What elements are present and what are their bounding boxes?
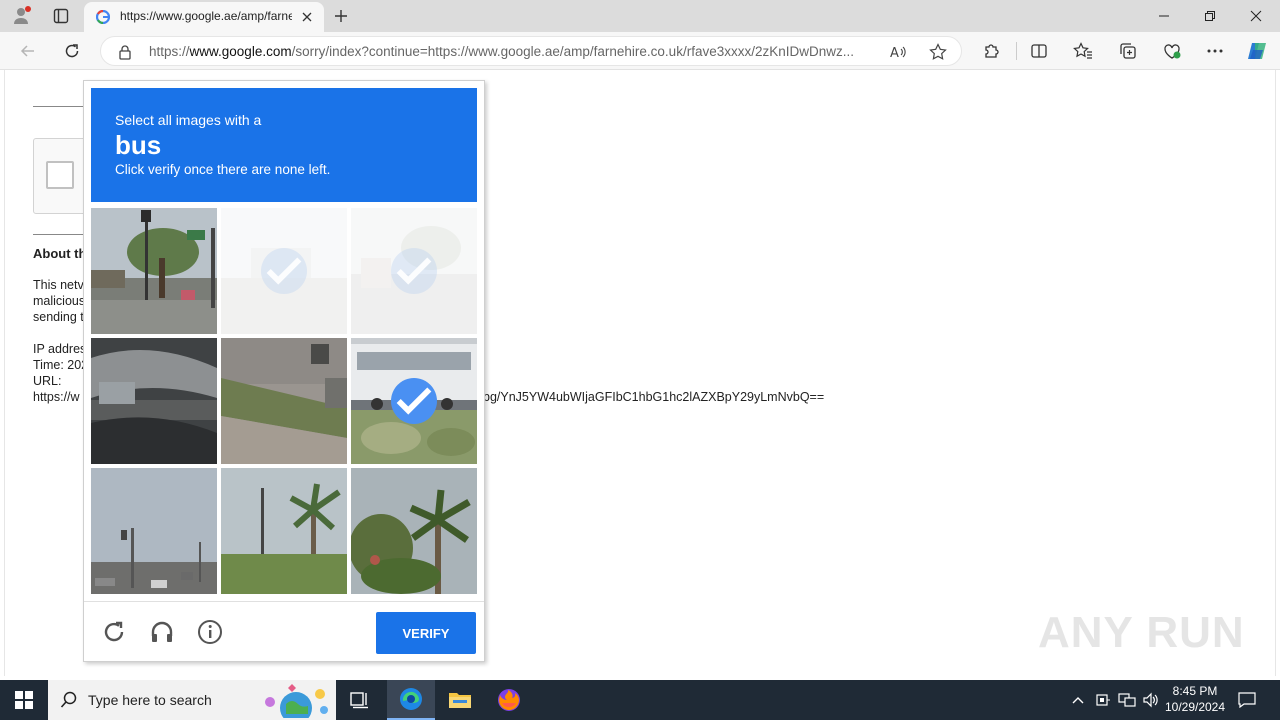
checkmark-icon: [391, 378, 437, 424]
browser-essentials-icon[interactable]: [1159, 38, 1185, 64]
lock-icon[interactable]: [117, 44, 133, 60]
info-icon[interactable]: [196, 618, 224, 646]
read-aloud-icon[interactable]: A: [887, 42, 909, 62]
taskbar-clock[interactable]: 8:45 PM 10/29/2024: [1160, 683, 1230, 715]
about-text-line: This netv: [33, 278, 84, 292]
tab-bar: https://www.google.ae/amp/farnehire.co.u…: [0, 0, 1280, 32]
checkmark-icon: [261, 248, 307, 294]
image-tile[interactable]: [221, 338, 347, 464]
back-arrow-icon[interactable]: [14, 38, 42, 64]
address-bar[interactable]: https://www.google.com/sorry/index?conti…: [100, 36, 962, 66]
profile-icon[interactable]: [8, 4, 36, 28]
tab-close-icon[interactable]: [298, 8, 316, 26]
clock-time: 8:45 PM: [1172, 684, 1218, 698]
captcha-challenge: Select all images with a bus Click verif…: [83, 80, 485, 662]
image-tile-selected[interactable]: [351, 338, 477, 464]
show-hidden-icons-icon[interactable]: [1068, 690, 1088, 710]
anyrun-watermark: ANY RUN: [1038, 608, 1245, 657]
ip-address-label: IP addres: [33, 342, 87, 356]
volume-icon[interactable]: [1141, 690, 1161, 710]
headphones-icon[interactable]: [148, 618, 176, 646]
taskbar-search-box[interactable]: Type here to search: [48, 680, 336, 723]
about-text-line: malicious: [33, 294, 86, 308]
tab-title: https://www.google.ae/amp/farnehire.co.u…: [120, 9, 292, 23]
about-heading: About th: [33, 246, 87, 261]
image-tile-selected[interactable]: [351, 208, 477, 334]
navigation-bar: https://www.google.com/sorry/index?conti…: [0, 32, 1280, 70]
svg-text:A: A: [890, 46, 899, 60]
window-close-icon[interactable]: [1242, 4, 1270, 28]
prompt-target-object: bus: [115, 130, 162, 160]
extensions-icon[interactable]: [978, 38, 1004, 64]
image-tile-grid: [91, 208, 477, 594]
taskbar: Type here to search 8:45 PM 10/29/2024: [0, 680, 1280, 723]
url-prefix: https://: [149, 44, 190, 59]
clock-date: 10/29/2024: [1164, 700, 1226, 714]
url-value: https://w: [33, 390, 80, 404]
image-tile[interactable]: [91, 338, 217, 464]
captcha-prompt: Select all images with a bus Click verif…: [91, 88, 477, 202]
more-options-icon[interactable]: [1202, 38, 1228, 64]
captcha-footer: VERIFY: [84, 601, 484, 662]
notifications-icon[interactable]: [1236, 690, 1258, 710]
network-icon[interactable]: [1117, 690, 1137, 710]
firefox-icon[interactable]: [485, 680, 533, 720]
url-value-tail: bg/YnJ5YW4ubWIjaGFIbC1hbG1hc2lAZXBpY29yL…: [483, 390, 825, 404]
edge-browser-icon[interactable]: [387, 680, 435, 720]
favorites-icon[interactable]: [1070, 38, 1096, 64]
task-view-icon[interactable]: [336, 680, 384, 720]
image-tile[interactable]: [91, 208, 217, 334]
checkmark-icon: [391, 248, 437, 294]
search-icon: [60, 691, 78, 709]
verify-button[interactable]: VERIFY: [376, 612, 476, 654]
prompt-instruction: Select all images with a: [115, 112, 262, 128]
collections-icon[interactable]: [1115, 38, 1141, 64]
image-tile[interactable]: [221, 468, 347, 594]
google-favicon-icon: [95, 9, 111, 25]
reload-challenge-icon[interactable]: [100, 618, 128, 646]
restore-icon[interactable]: [1196, 4, 1224, 28]
search-placeholder: Type here to search: [88, 692, 212, 708]
about-text-line: sending t: [33, 310, 84, 324]
recaptcha-checkbox[interactable]: [46, 161, 74, 189]
image-tile-selected[interactable]: [221, 208, 347, 334]
tab-actions-icon[interactable]: [48, 4, 74, 28]
time-label: Time: 202: [33, 358, 89, 372]
image-tile[interactable]: [91, 468, 217, 594]
image-tile[interactable]: [351, 468, 477, 594]
search-highlight-globe-icon: [260, 682, 332, 723]
new-tab-icon[interactable]: [328, 4, 354, 28]
favorite-star-icon[interactable]: [927, 42, 949, 62]
reload-icon[interactable]: [58, 38, 86, 64]
url-path: /sorry/index?continue=https://www.google…: [291, 44, 854, 59]
prompt-subinstruction: Click verify once there are none left.: [115, 162, 331, 177]
url-label: URL:: [33, 374, 62, 388]
active-tab[interactable]: https://www.google.ae/amp/farnehire.co.u…: [84, 2, 324, 32]
url-host: www.google.com: [189, 44, 292, 59]
split-screen-icon[interactable]: [1026, 38, 1052, 64]
url-text[interactable]: https://www.google.com/sorry/index?conti…: [149, 44, 879, 59]
minimize-icon[interactable]: [1150, 4, 1178, 28]
file-explorer-icon[interactable]: [436, 680, 484, 720]
network-monitor-icon[interactable]: [1093, 690, 1113, 710]
copilot-icon[interactable]: [1244, 38, 1270, 64]
windows-start-icon[interactable]: [0, 680, 48, 720]
toolbar-separator: [1016, 42, 1017, 60]
